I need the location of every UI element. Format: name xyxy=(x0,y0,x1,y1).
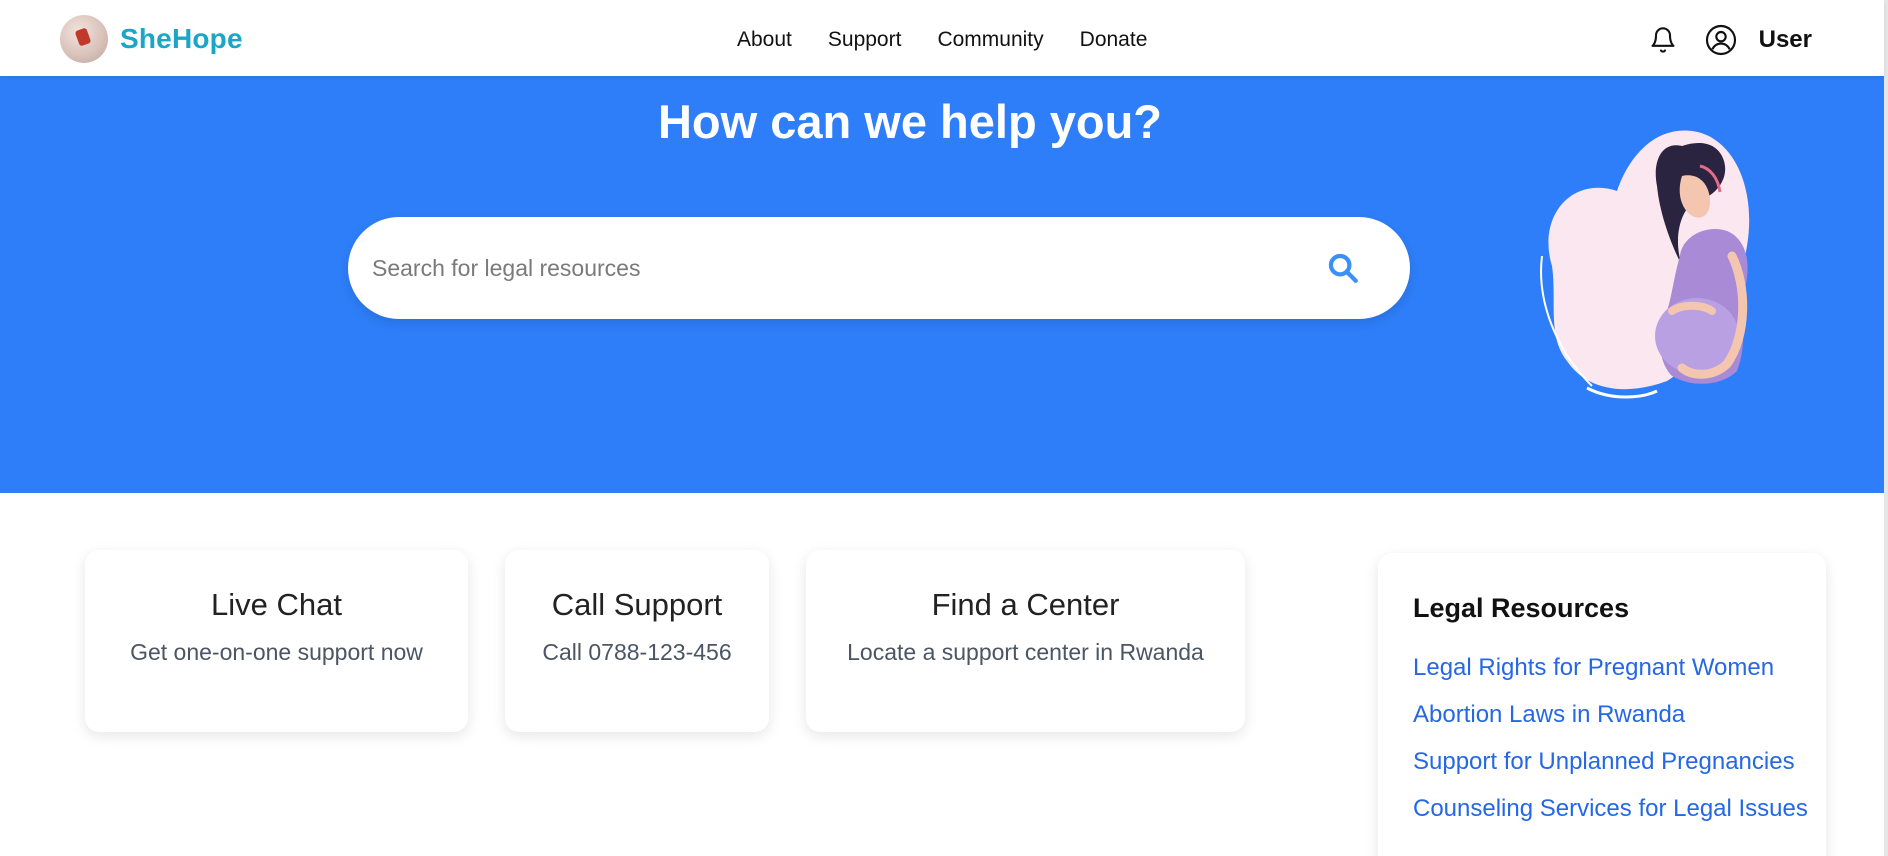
legal-link-abortion-laws[interactable]: Abortion Laws in Rwanda xyxy=(1413,701,1685,728)
legal-link-counseling-services[interactable]: Counseling Services for Legal Issues xyxy=(1413,795,1808,822)
list-item: Support for Unplanned Pregnancies xyxy=(1413,748,1795,776)
main-nav: About Support Community Donate xyxy=(737,0,1147,80)
nav-link-community[interactable]: Community xyxy=(937,28,1043,52)
search-icon[interactable] xyxy=(1326,251,1360,285)
live-chat-card[interactable]: Live Chat Get one-on-one support now xyxy=(85,550,468,732)
card-subtitle: Get one-on-one support now xyxy=(130,639,423,665)
legal-resources-title: Legal Resources xyxy=(1413,593,1630,623)
legal-resources-panel: Legal Resources Legal Rights for Pregnan… xyxy=(1378,553,1826,856)
bell-icon[interactable] xyxy=(1649,26,1677,54)
legal-link-pregnant-women-rights[interactable]: Legal Rights for Pregnant Women xyxy=(1413,654,1774,681)
list-item: Abortion Laws in Rwanda xyxy=(1413,701,1791,729)
card-title: Call Support xyxy=(551,587,723,622)
find-center-card[interactable]: Find a Center Locate a support center in… xyxy=(806,550,1245,732)
card-subtitle: Locate a support center in Rwanda xyxy=(847,639,1204,665)
page-scrollbar[interactable] xyxy=(1884,0,1888,856)
header-actions: User xyxy=(1649,0,1812,80)
search-input[interactable] xyxy=(372,254,1292,282)
card-title: Find a Center xyxy=(931,587,1120,622)
top-navbar: SheHope About Support Community Donate U… xyxy=(0,0,1884,76)
list-item: Legal Rights for Pregnant Women xyxy=(1413,654,1791,682)
legal-link-unplanned-pregnancies[interactable]: Support for Unplanned Pregnancies xyxy=(1413,748,1795,775)
hero-banner: How can we help you? xyxy=(0,76,1884,493)
brand-name: SheHope xyxy=(120,23,243,54)
pregnant-woman-illustration xyxy=(1540,130,1750,399)
legal-resources-list: Legal Rights for Pregnant Women Abortion… xyxy=(1413,654,1808,823)
card-title: Live Chat xyxy=(211,587,342,622)
brand-logo-image xyxy=(60,15,108,63)
list-item: Counseling Services for Legal Issues xyxy=(1413,795,1808,823)
nav-link-about[interactable]: About xyxy=(737,28,792,52)
call-support-card[interactable]: Call Support Call 0788-123-456 xyxy=(505,550,769,732)
search-bar xyxy=(348,217,1410,319)
user-menu-label[interactable]: User xyxy=(1759,26,1812,54)
nav-link-support[interactable]: Support xyxy=(828,28,902,52)
card-subtitle: Call 0788-123-456 xyxy=(542,639,732,665)
nav-link-donate[interactable]: Donate xyxy=(1080,28,1148,52)
brand-logo-link[interactable]: SheHope xyxy=(60,15,243,63)
user-circle-icon[interactable] xyxy=(1705,24,1737,56)
